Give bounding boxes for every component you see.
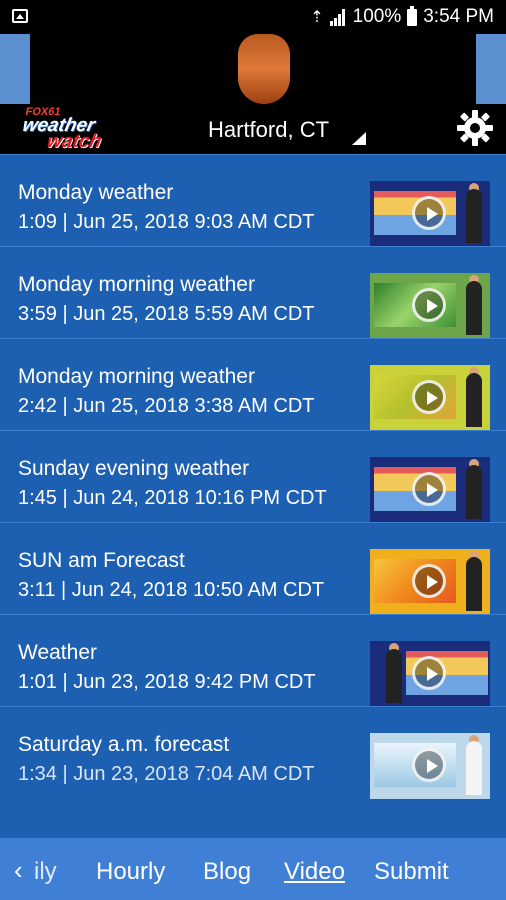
video-thumbnail[interactable] <box>370 181 490 247</box>
video-row[interactable]: SUN am Forecast 3:11 | Jun 24, 2018 10:5… <box>0 522 506 615</box>
status-time: 3:54 PM <box>423 6 494 27</box>
ad-image[interactable] <box>30 34 476 104</box>
video-meta: 1:34 | Jun 23, 2018 7:04 AM CDT <box>18 763 315 785</box>
video-title: SUN am Forecast <box>18 549 185 572</box>
ad-graphic <box>238 34 290 104</box>
play-icon[interactable] <box>412 656 446 690</box>
video-thumbnail[interactable] <box>370 549 490 615</box>
video-thumbnail[interactable] <box>370 365 490 431</box>
video-row[interactable]: Monday morning weather 2:42 | Jun 25, 20… <box>0 338 506 431</box>
nav-item-video-active[interactable]: Video <box>284 858 345 886</box>
video-title: Weather <box>18 641 97 664</box>
fox61-weather-watch-logo: FOX61 weather watch <box>17 106 134 152</box>
video-list[interactable]: Monday weather 1:09 | Jun 25, 2018 9:03 … <box>0 154 506 838</box>
app-header: FOX61 weather watch Hartford, CT <box>0 104 506 154</box>
video-thumbnail[interactable] <box>370 273 490 339</box>
play-icon[interactable] <box>412 288 446 322</box>
status-bar: ⇡ 100% 3:54 PM <box>0 0 506 34</box>
play-icon[interactable] <box>412 472 446 506</box>
nav-item-daily-partial[interactable]: ily <box>34 858 57 886</box>
video-thumbnail[interactable] <box>370 733 490 799</box>
video-meta: 3:59 | Jun 25, 2018 5:59 AM CDT <box>18 303 315 325</box>
video-thumbnail[interactable] <box>370 641 490 707</box>
video-thumbnail[interactable] <box>370 457 490 523</box>
video-meta: 3:11 | Jun 24, 2018 10:50 AM CDT <box>18 579 325 601</box>
play-icon[interactable] <box>412 748 446 782</box>
video-row[interactable]: Saturday a.m. forecast 1:34 | Jun 23, 20… <box>0 706 506 799</box>
signal-icon <box>329 8 347 26</box>
video-row[interactable]: Monday weather 1:09 | Jun 25, 2018 9:03 … <box>0 154 506 247</box>
video-meta: 2:42 | Jun 25, 2018 3:38 AM CDT <box>18 395 315 417</box>
gallery-icon <box>12 9 28 23</box>
play-icon[interactable] <box>412 196 446 230</box>
battery-level: 100% <box>352 6 402 27</box>
video-meta: 1:45 | Jun 24, 2018 10:16 PM CDT <box>18 487 327 509</box>
status-right: ⇡ 100% 3:54 PM <box>310 5 494 28</box>
dropdown-triangle-icon[interactable] <box>352 132 366 145</box>
video-title: Monday morning weather <box>18 365 255 388</box>
play-icon[interactable] <box>412 564 446 598</box>
ad-banner[interactable] <box>0 34 506 104</box>
scroll-left-chevron-icon[interactable]: ‹ <box>14 855 23 886</box>
video-title: Monday morning weather <box>18 273 255 296</box>
nav-item-hourly[interactable]: Hourly <box>96 858 165 886</box>
nav-item-blog[interactable]: Blog <box>203 858 251 886</box>
video-row[interactable]: Weather 1:01 | Jun 23, 2018 9:42 PM CDT <box>0 614 506 707</box>
video-row[interactable]: Monday morning weather 3:59 | Jun 25, 20… <box>0 246 506 339</box>
settings-gear-icon[interactable] <box>455 108 495 148</box>
bottom-navigation: ‹ ily Hourly Blog Video Submit <box>0 838 506 900</box>
play-icon[interactable] <box>412 380 446 414</box>
video-row[interactable]: Sunday evening weather 1:45 | Jun 24, 20… <box>0 430 506 523</box>
location-selector[interactable]: Hartford, CT <box>208 117 329 143</box>
logo-watch-text: watch <box>45 131 104 152</box>
wifi-icon: ⇡ <box>310 9 324 26</box>
battery-icon <box>407 5 418 26</box>
video-meta: 1:09 | Jun 25, 2018 9:03 AM CDT <box>18 211 315 233</box>
video-title: Monday weather <box>18 181 174 204</box>
video-meta: 1:01 | Jun 23, 2018 9:42 PM CDT <box>18 671 316 693</box>
video-title: Sunday evening weather <box>18 457 250 480</box>
nav-item-submit[interactable]: Submit <box>374 858 449 886</box>
video-title: Saturday a.m. forecast <box>18 733 230 756</box>
